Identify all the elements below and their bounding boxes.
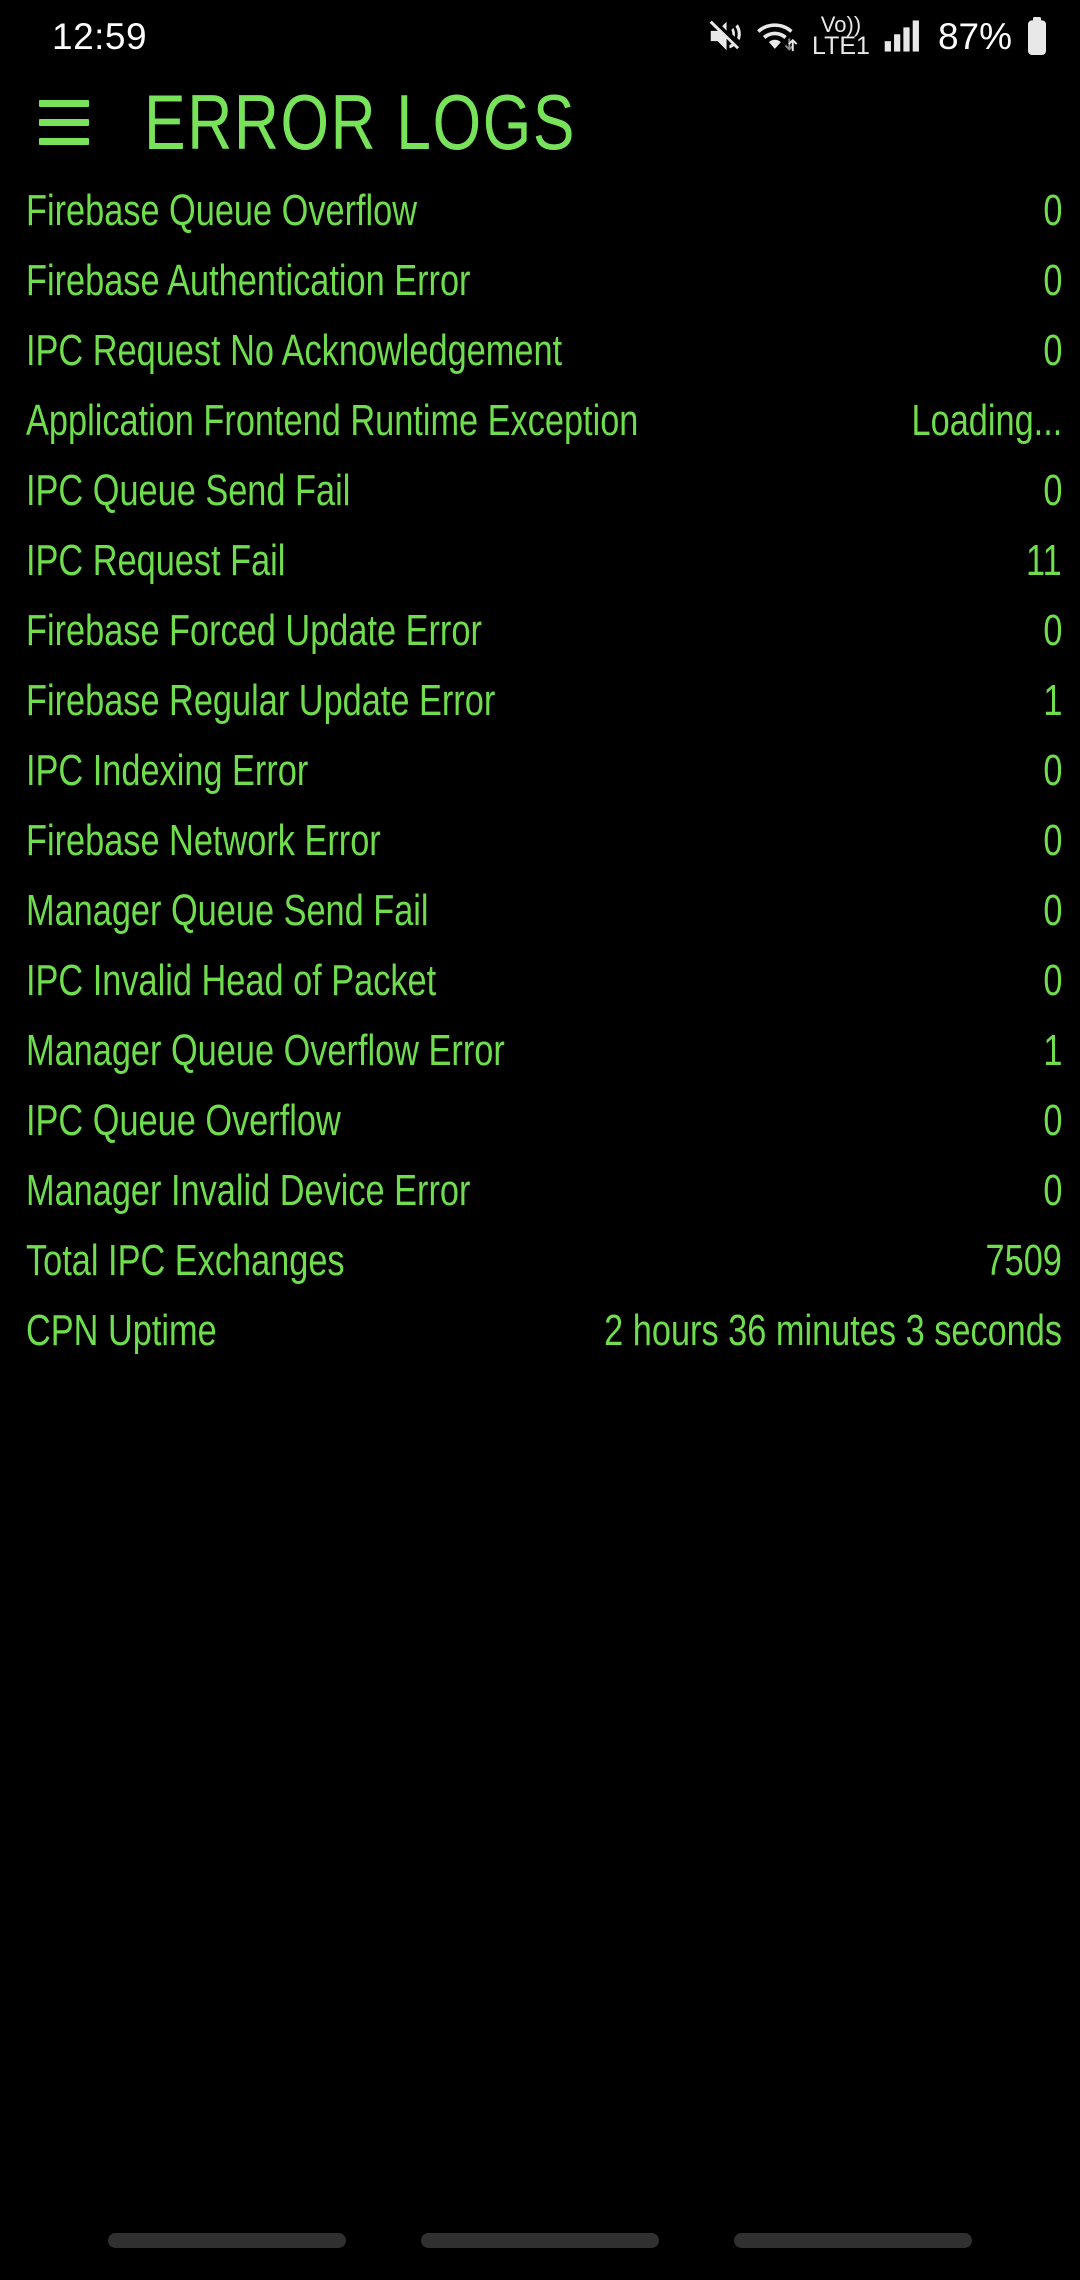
log-row[interactable]: IPC Queue Send Fail 0 (0, 456, 1080, 526)
log-row[interactable]: Manager Queue Overflow Error 1 (0, 1016, 1080, 1086)
log-row[interactable]: Total IPC Exchanges 7509 (0, 1226, 1080, 1296)
log-row-label: IPC Queue Send Fail (26, 466, 351, 515)
log-row-value: 1 (1042, 1026, 1062, 1075)
log-row-label: Manager Invalid Device Error (26, 1166, 471, 1215)
log-row[interactable]: Application Frontend Runtime Exception Lo… (0, 386, 1080, 456)
log-row-label: CPN Uptime (26, 1306, 217, 1355)
wifi-icon (757, 23, 798, 52)
log-row-label: Total IPC Exchanges (26, 1236, 345, 1285)
system-navigation-bar (0, 2200, 1080, 2280)
log-row[interactable]: Firebase Network Error 0 (0, 806, 1080, 876)
log-row-value: 0 (1042, 886, 1062, 935)
log-row[interactable]: Firebase Queue Overflow 0 (0, 176, 1080, 246)
log-row-label: Manager Queue Overflow Error (26, 1026, 505, 1075)
log-row-value: 11 (1026, 536, 1062, 585)
log-row-label: Firebase Authentication Error (26, 256, 471, 305)
log-row[interactable]: Manager Invalid Device Error 0 (0, 1156, 1080, 1226)
log-row-label: Manager Queue Send Fail (26, 886, 429, 935)
log-row-value: 0 (1042, 746, 1062, 795)
log-row-value: 0 (1042, 186, 1062, 235)
page-title: ERROR LOGS (144, 78, 577, 166)
signal-bars-icon (884, 20, 919, 52)
log-row[interactable]: IPC Indexing Error 0 (0, 736, 1080, 806)
status-bar-clock: 12:59 (52, 15, 148, 57)
hamburger-menu-icon[interactable] (26, 84, 102, 160)
mute-icon (709, 20, 741, 51)
log-row-label: Firebase Regular Update Error (26, 676, 496, 725)
log-row-value: 0 (1042, 606, 1062, 655)
log-row-label: IPC Invalid Head of Packet (26, 956, 437, 1005)
hamburger-bar-2 (39, 118, 89, 126)
log-row-value: 0 (1042, 1096, 1062, 1145)
log-row-label: Firebase Network Error (26, 816, 381, 865)
log-row[interactable]: Firebase Authentication Error 0 (0, 246, 1080, 316)
log-row[interactable]: Firebase Regular Update Error 1 (0, 666, 1080, 736)
hamburger-bar-3 (39, 137, 89, 145)
log-row-value: 0 (1042, 326, 1062, 375)
log-row-value: 0 (1042, 256, 1062, 305)
log-row-value: 0 (1042, 956, 1062, 1005)
battery-percent-label: 87% (937, 15, 1012, 57)
status-bar-icons: Vo)) LTE1 87% (706, 13, 1050, 60)
error-log-list: Firebase Queue Overflow 0 Firebase Authent… (0, 176, 1080, 1366)
log-row-label: Firebase Queue Overflow (26, 186, 418, 235)
log-row[interactable]: Manager Queue Send Fail 0 (0, 876, 1080, 946)
volte-icon: Vo)) LTE1 (812, 13, 870, 60)
log-row[interactable]: Firebase Forced Update Error 0 (0, 596, 1080, 666)
log-row-label: IPC Request No Acknowledgement (26, 326, 563, 375)
log-row-label: Firebase Forced Update Error (26, 606, 482, 655)
log-row-label: IPC Indexing Error (26, 746, 309, 795)
log-row[interactable]: IPC Queue Overflow 0 (0, 1086, 1080, 1156)
status-bar: 12:59 Vo)) LTE1 87% (0, 0, 1080, 72)
recents-pill[interactable] (108, 2232, 346, 2248)
volte-bottom-label: LTE1 (812, 31, 870, 60)
log-row[interactable]: IPC Request No Acknowledgement 0 (0, 316, 1080, 386)
log-row-value: Loading... (911, 396, 1062, 445)
log-row-value: 0 (1042, 466, 1062, 515)
log-row-value: 0 (1042, 816, 1062, 865)
home-pill[interactable] (421, 2232, 659, 2248)
log-row-label: IPC Queue Overflow (26, 1096, 341, 1145)
log-row-value: 2 hours 36 minutes 3 seconds (604, 1306, 1062, 1355)
battery-icon (1028, 17, 1046, 55)
app-bar: ERROR LOGS (0, 72, 1080, 172)
log-row-value: 1 (1042, 676, 1062, 725)
back-pill[interactable] (734, 2232, 972, 2248)
log-row[interactable]: IPC Request Fail 11 (0, 526, 1080, 596)
hamburger-bar-1 (39, 99, 89, 107)
log-row-label: Application Frontend Runtime Exception (26, 396, 639, 445)
log-row[interactable]: IPC Invalid Head of Packet 0 (0, 946, 1080, 1016)
log-row[interactable]: CPN Uptime 2 hours 36 minutes 3 seconds (0, 1296, 1080, 1366)
log-row-value: 0 (1042, 1166, 1062, 1215)
log-row-label: IPC Request Fail (26, 536, 286, 585)
log-row-value: 7509 (985, 1236, 1062, 1285)
